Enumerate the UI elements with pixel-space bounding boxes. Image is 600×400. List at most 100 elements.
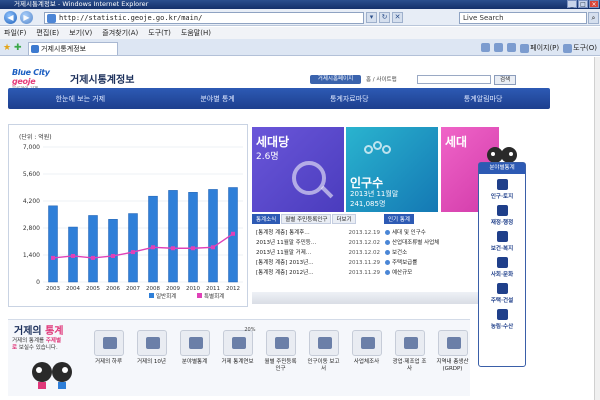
back-icon[interactable]: ◀ — [4, 11, 17, 24]
tile-population[interactable]: 인구수 2013년 11월말 241,085명 — [346, 127, 438, 212]
nav-item-overview[interactable]: 한눈에 보는 거제 — [56, 94, 106, 104]
live-search-input[interactable]: Live Search — [459, 12, 587, 24]
news-list: [통계청 계층] 통계후… 2013.12.19 2013년 11월말 주민등… 2… — [252, 228, 382, 278]
shortcut-geoje-decade[interactable]: 거제의 10년 — [133, 330, 170, 373]
x-tick-label: 2004 — [66, 286, 80, 292]
page-menu[interactable]: 페이지(P) — [520, 43, 559, 53]
nav-item-notices[interactable]: 통계알림마당 — [464, 94, 503, 104]
tab-stats-news[interactable]: 통계소식 — [252, 214, 281, 224]
news-item-text: 2013년 11월말 거제… — [256, 250, 312, 256]
menu-file[interactable]: 파일(F) — [4, 27, 26, 39]
magnifier-icon — [292, 161, 326, 195]
site-title: 거제시통계정보 — [70, 75, 135, 86]
search-icon[interactable]: ⌕ — [588, 12, 599, 24]
logo-text: Blue City — [12, 68, 50, 77]
shortcut-mining-survey[interactable]: 광업·제조업 조사 — [391, 330, 428, 373]
minimize-button[interactable]: _ — [567, 0, 577, 8]
tab-popular-stats[interactable]: 인기 통계 — [384, 214, 414, 224]
tab-bar: ★ ✚ 거제시통계정보 페이지(P) 도구(O) — [0, 39, 600, 56]
feeds-icon[interactable] — [494, 43, 504, 52]
news-item[interactable]: [통계청 계층] 통계후… 2013.12.19 — [252, 228, 382, 238]
logo-badge: geoje — [12, 77, 36, 86]
x-tick-label: 2007 — [126, 286, 140, 292]
quick-item-society[interactable]: 사회·문화 — [479, 257, 525, 278]
quick-item-health[interactable]: 보건·복지 — [479, 231, 525, 252]
site-search-button[interactable]: 검색 — [494, 75, 516, 85]
nav-item-data[interactable]: 통계자료마당 — [330, 94, 369, 104]
print-icon[interactable] — [507, 43, 517, 52]
calendar-icon — [265, 330, 296, 356]
tile-household[interactable]: 세대당 2.6명 — [252, 127, 344, 212]
tab-monthly-population[interactable]: 월별 주민등록인구 — [281, 214, 332, 224]
society-icon — [496, 257, 508, 268]
point-2010 — [191, 246, 195, 251]
url-field[interactable]: http://statistic.geoje.go.kr/main/ — [44, 12, 364, 24]
stats-title-a: 거제의 — [14, 326, 42, 337]
popular-stats-item[interactable]: 예산규모 — [384, 268, 480, 278]
shortcut-business-survey[interactable]: 사업체조사 — [348, 330, 385, 373]
shortcut-grdp[interactable]: 지역내 총생산 (GRDP) — [434, 330, 471, 373]
site-search-input[interactable] — [417, 75, 491, 84]
y-tick-label: 4,200 — [23, 198, 40, 205]
window-title: 거제시통계정보 - Windows Internet Explorer — [14, 0, 149, 8]
dropdown-icon[interactable]: ▾ — [366, 12, 377, 23]
quick-menu: 분야별통계 인구·토지 재정·행정 보건·복지 사회·문화 주택·건설 농림·수… — [478, 162, 526, 367]
menu-view[interactable]: 보기(V) — [69, 27, 92, 39]
x-tick-label: 2006 — [106, 286, 120, 292]
more-link[interactable]: 더보기 — [332, 214, 356, 224]
chart-ylabel: (단위 : 억원) — [19, 133, 52, 141]
legend-general: 일반회계 — [156, 292, 176, 300]
y-tick-label: 0 — [36, 279, 40, 286]
tile-household-value: 2.6명 — [256, 152, 279, 162]
menu-tools[interactable]: 도구(T) — [148, 27, 171, 39]
forward-icon[interactable]: ▶ — [20, 11, 33, 24]
stop-icon[interactable]: ✕ — [392, 12, 403, 23]
shortcut-migration-report[interactable]: 인구이동 보고서 — [305, 330, 342, 373]
tools-menu[interactable]: 도구(O) — [563, 43, 597, 53]
legend-swatch-special — [197, 293, 202, 298]
quick-item-agriculture[interactable]: 농림·수산 — [479, 309, 525, 330]
home-sitemap-links[interactable]: 홈 / 사이트맵 — [366, 75, 397, 83]
menu-edit[interactable]: 편집(E) — [36, 27, 59, 39]
favorites-star-icon[interactable]: ★ — [3, 43, 11, 53]
popular-stats-item[interactable]: 세대 및 인구수 — [384, 228, 480, 238]
site-logo[interactable]: Blue City geoje 블루라인 거제 — [12, 68, 68, 92]
address-actions: ▾ ↻ ✕ — [366, 12, 403, 23]
shortcut-field-stats[interactable]: 분야별통계 — [176, 330, 213, 373]
page-scrollbar[interactable] — [594, 57, 600, 400]
tools-menu-label: 도구(O) — [573, 44, 597, 52]
shortcut-monthly-population[interactable]: 월별 주민등록 인구 — [262, 330, 299, 373]
city-homepage-link[interactable]: 거제시홈페이지 — [310, 75, 361, 84]
popular-stats-item[interactable]: 산업대조류별 사업체 — [384, 238, 480, 248]
factory-icon — [394, 330, 425, 356]
shortcut-label: 사업체조사 — [353, 359, 380, 365]
y-tick-label: 1,400 — [23, 252, 40, 259]
popular-stats-panel: 인기 통계 세대 및 인구수 산업대조류별 사업체 보건소 주택보급률 예산규모 — [384, 214, 480, 302]
close-button[interactable]: × — [589, 0, 599, 8]
shortcut-geoje-day[interactable]: 거제의 하루 — [90, 330, 127, 373]
news-item[interactable]: [통계청 계층] 2012년… 2013.11.29 — [252, 268, 382, 278]
quick-item-housing[interactable]: 주택·건설 — [479, 283, 525, 304]
add-favorites-icon[interactable]: ✚ — [14, 43, 22, 53]
news-item[interactable]: 2013년 11월말 주민등… 2013.12.02 — [252, 238, 382, 248]
refresh-icon[interactable]: ↻ — [379, 12, 390, 23]
news-item[interactable]: 2013년 11월말 거제… 2013.12.02 — [252, 248, 382, 258]
home-icon[interactable] — [481, 43, 491, 52]
news-tabs: 통계소식 월별 주민등록인구 더보기 — [252, 214, 382, 224]
popular-stats-item[interactable]: 보건소 — [384, 248, 480, 258]
shortcut-label: 분야별통계 — [181, 359, 208, 365]
quick-item-population[interactable]: 인구·토지 — [479, 179, 525, 200]
popular-stats-item[interactable]: 주택보급률 — [384, 258, 480, 268]
news-item[interactable]: [통계청 계층] 2013년… 2013.11.29 — [252, 258, 382, 268]
menu-favorites[interactable]: 즐겨찾기(A) — [102, 27, 138, 39]
nav-item-field-stats[interactable]: 분야별 통계 — [200, 94, 234, 104]
quick-item-finance[interactable]: 재정·행정 — [479, 205, 525, 226]
maximize-button[interactable]: □ — [578, 0, 588, 8]
point-2012 — [231, 231, 235, 236]
menu-help[interactable]: 도움말(H) — [181, 27, 211, 39]
browser-tab[interactable]: 거제시통계정보 — [28, 42, 118, 55]
shortcut-yearbook[interactable]: 20% 거제 통계연보 — [219, 327, 256, 373]
health-icon — [496, 231, 508, 242]
tile-household-2-title: 세대 — [445, 135, 468, 149]
stats-desc-a: 거제의 통계를 — [12, 338, 45, 344]
